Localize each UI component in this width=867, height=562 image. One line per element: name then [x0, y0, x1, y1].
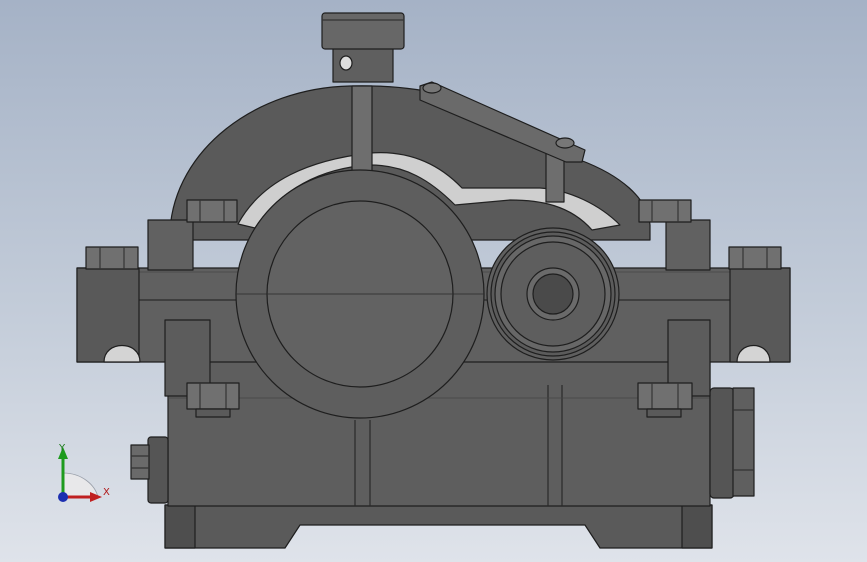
- breather-hole: [339, 55, 353, 71]
- drain-plug-left-nut: [130, 444, 150, 480]
- input-shaft-end: [532, 273, 574, 315]
- triad-z-axis: [58, 492, 68, 502]
- drain-plug-left-flange: [147, 436, 169, 504]
- bolt-top-left: [85, 246, 139, 270]
- flange-boss-right-upper: [665, 219, 711, 271]
- plate-bolt-1: [422, 82, 442, 94]
- reference-triad: [58, 447, 102, 502]
- plate-bolt-2: [555, 137, 575, 149]
- cover-rib-left: [351, 85, 373, 173]
- bolt-upper-right: [638, 199, 692, 223]
- oil-gauge-nut: [732, 387, 755, 497]
- base-foot: [164, 504, 713, 549]
- base-foot-right-pad: [681, 504, 713, 549]
- oil-gauge-flange: [709, 387, 735, 499]
- breather-cap: [321, 12, 405, 50]
- base-foot-left-pad: [164, 504, 196, 549]
- bolt-top-right: [728, 246, 782, 270]
- graphics-viewport[interactable]: Y X: [0, 0, 867, 562]
- gearbox-model[interactable]: [0, 0, 867, 562]
- flange-boss-left-upper: [147, 219, 194, 271]
- triad-y-label: Y: [59, 443, 66, 454]
- bolt-upper-left: [186, 199, 238, 223]
- triad-x-label: X: [103, 487, 110, 498]
